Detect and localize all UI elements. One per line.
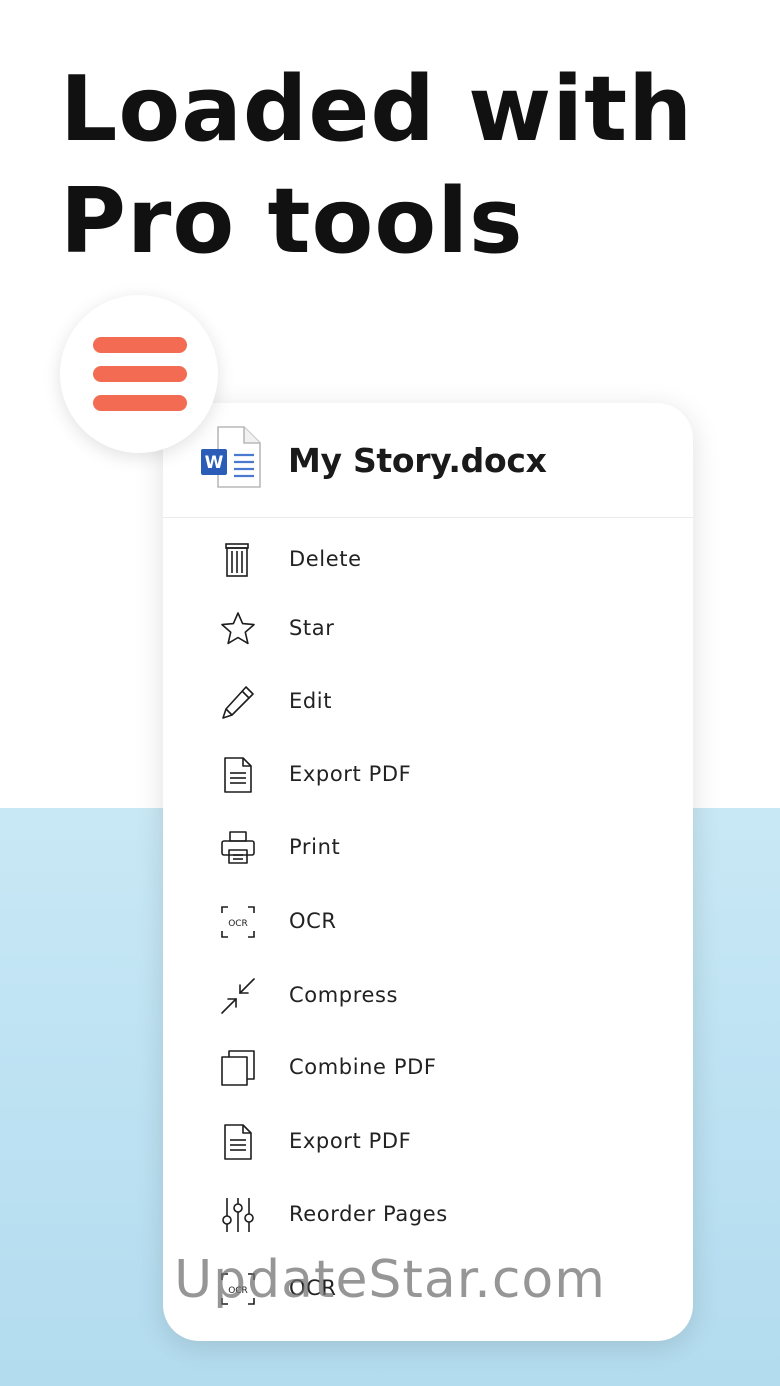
file-header: W My Story.docx — [163, 403, 693, 518]
menu-item-label: Print — [289, 835, 341, 859]
printer-icon — [221, 831, 255, 864]
svg-text:OCR: OCR — [228, 919, 248, 929]
menu-item-export-pdf[interactable]: Export PDF — [163, 1112, 693, 1172]
file-name: My Story.docx — [288, 441, 547, 480]
menu-item-label: Export PDF — [289, 762, 412, 786]
menu-item-ocr[interactable]: OCR OCR — [163, 892, 693, 952]
compress-arrows-icon — [221, 978, 255, 1014]
menu-item-label: Combine PDF — [289, 1055, 437, 1079]
menu-item-print[interactable]: Print — [163, 818, 693, 878]
hamburger-menu-icon — [93, 337, 187, 353]
word-document-icon: W — [201, 426, 261, 488]
svg-text:W: W — [205, 453, 224, 473]
menu-item-label: Delete — [289, 547, 362, 571]
menu-item-combine-pdf[interactable]: Combine PDF — [163, 1038, 693, 1098]
menu-item-star[interactable]: Star — [163, 599, 693, 659]
menu-item-label: Star — [289, 616, 335, 640]
menu-item-label: OCR — [289, 909, 337, 933]
watermark: UpdateStar.com — [174, 1250, 606, 1310]
menu-item-edit[interactable]: Edit — [163, 672, 693, 732]
hamburger-menu-icon — [93, 366, 187, 382]
ocr-scan-icon: OCR — [221, 906, 255, 938]
menu-item-reorder-pages[interactable]: Reorder Pages — [163, 1185, 693, 1245]
star-icon — [221, 612, 255, 645]
hamburger-menu-button[interactable] — [60, 295, 218, 453]
sliders-icon — [222, 1198, 254, 1232]
menu-item-export-pdf[interactable]: Export PDF — [163, 745, 693, 805]
document-icon — [224, 757, 252, 793]
pencil-icon — [222, 686, 254, 719]
headline: Loaded with Pro tools — [60, 54, 693, 278]
menu-item-label: Reorder Pages — [289, 1202, 448, 1226]
stacked-pages-icon — [221, 1050, 255, 1086]
file-actions-menu: W My Story.docx Delete Star Edit Export … — [163, 403, 693, 1341]
hamburger-menu-icon — [93, 395, 187, 411]
headline-line-1: Loaded with — [60, 57, 694, 162]
menu-item-compress[interactable]: Compress — [163, 966, 693, 1026]
menu-item-label: Export PDF — [289, 1129, 412, 1153]
headline-line-2: Pro tools — [60, 169, 524, 274]
menu-item-label: Compress — [289, 983, 399, 1007]
menu-item-label: Edit — [289, 689, 333, 713]
document-icon — [224, 1124, 252, 1160]
trash-icon — [225, 543, 249, 577]
menu-item-delete[interactable]: Delete — [163, 530, 693, 590]
